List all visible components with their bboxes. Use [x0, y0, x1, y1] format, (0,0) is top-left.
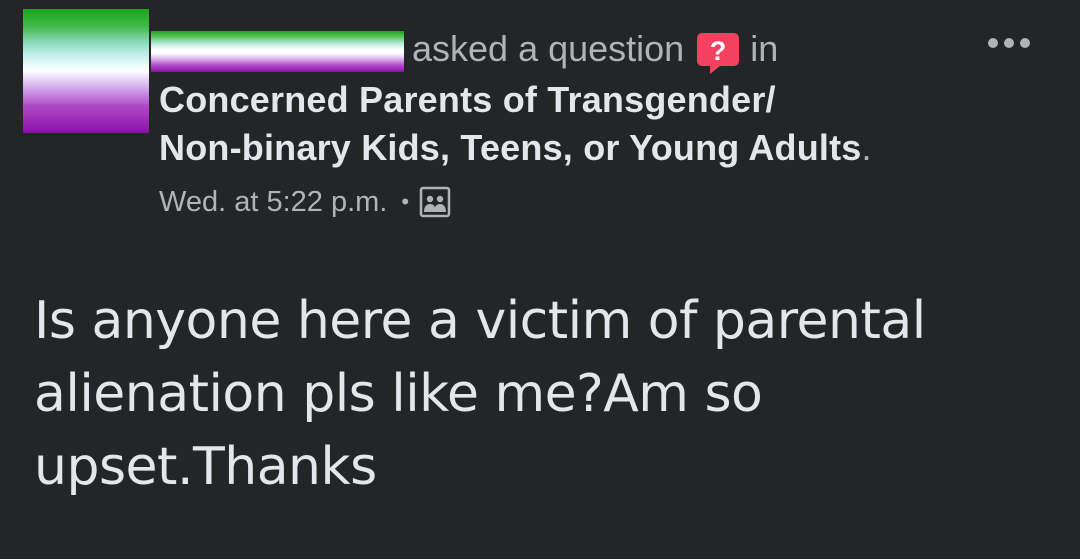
action-text: asked a question — [412, 28, 685, 69]
in-text: in — [750, 28, 779, 69]
meta-separator: • — [401, 189, 410, 214]
group-name-line1: Concerned Parents of Transgender/ — [159, 79, 776, 120]
author-name-redacted[interactable] — [151, 31, 404, 72]
post-card: asked a question ? in Concerned Parents … — [0, 0, 1080, 559]
group-name-period: . — [861, 127, 872, 168]
group-name-link[interactable]: Concerned Parents of Transgender/ Non-bi… — [159, 76, 959, 172]
post-header-action: asked a question ? in — [412, 26, 779, 75]
more-options-icon — [985, 36, 1033, 55]
more-options-button[interactable] — [984, 28, 1034, 62]
group-name-line2: Non-binary Kids, Teens, or Young Adults — [159, 127, 862, 168]
post-timestamp[interactable]: Wed. at 5:22 p.m. — [159, 186, 387, 219]
question-mark-badge-icon: ? — [696, 31, 740, 75]
post-body-text: Is anyone here a victim of parental alie… — [34, 291, 926, 497]
svg-text:?: ? — [710, 36, 727, 66]
author-avatar-redacted[interactable] — [23, 9, 149, 133]
post-meta: Wed. at 5:22 p.m. • — [159, 180, 451, 224]
group-members-icon[interactable] — [419, 186, 451, 218]
